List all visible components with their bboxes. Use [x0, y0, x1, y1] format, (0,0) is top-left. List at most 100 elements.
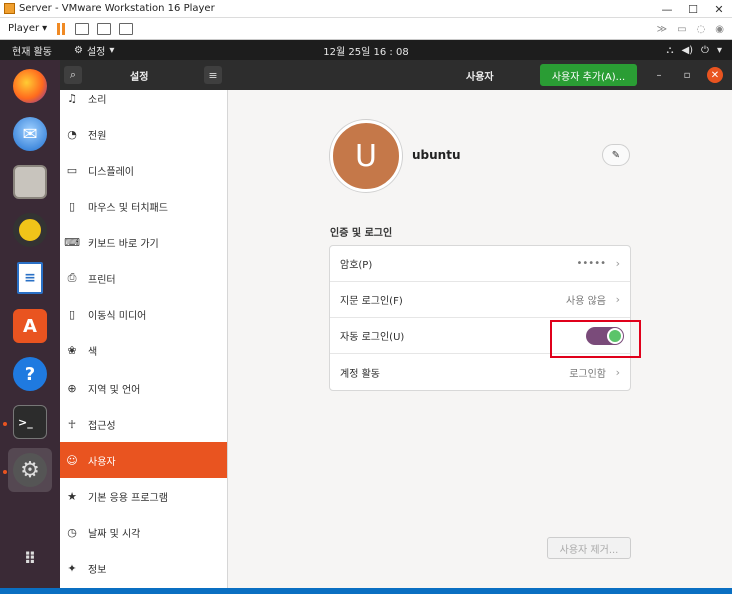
show-applications-button[interactable]: ⠿ [8, 536, 52, 580]
sidebar-item-about[interactable]: ✦ 정보 [60, 550, 227, 586]
remove-user-button[interactable]: 사용자 제거... [547, 537, 631, 559]
volume-icon: ◀) [681, 44, 694, 56]
thunderbird-icon: ✉ [13, 117, 47, 151]
username: ubuntu [412, 148, 461, 162]
disk-icon[interactable]: ◉ [715, 24, 724, 35]
network-icon: ⛬ [666, 44, 674, 56]
dock-thunderbird[interactable]: ✉ [8, 112, 52, 156]
dock-settings[interactable]: ⚙ [8, 448, 52, 492]
sidebar-item-label: 프린터 [88, 274, 116, 286]
minimize-icon: – [656, 69, 662, 81]
network-icon[interactable]: ◌ [697, 24, 706, 35]
sidebar-item-label: 기본 응용 프로그램 [88, 492, 168, 504]
row-label: 계정 활동 [340, 368, 380, 380]
running-indicator [3, 422, 7, 426]
chevron-down-icon: ▾ [109, 44, 115, 56]
add-user-button[interactable]: 사용자 추가(A)... [540, 64, 637, 86]
star-icon: ★ [67, 489, 77, 503]
app-grid-icon: ⠿ [23, 548, 37, 568]
dock-software[interactable]: A [8, 304, 52, 348]
edit-name-button[interactable]: ✎ [602, 144, 630, 166]
sidebar-item-mouse[interactable]: ▯ 마우스 및 터치패드 [60, 188, 227, 224]
window-minimize-button[interactable]: – [651, 67, 667, 83]
pencil-icon: ✎ [611, 149, 621, 161]
main-header: 사용자 사용자 추가(A)... – ▫ ✕ [228, 60, 732, 90]
account-activity-row[interactable]: 계정 활동 로그인함 › [330, 354, 630, 390]
host-taskbar-edge [0, 588, 732, 594]
users-panel: U ubuntu ✎ 인증 및 로그인 암호(P) ••••• › 지문 로그인… [228, 90, 732, 594]
music-note-icon: ♫ [67, 91, 77, 105]
chevron-down-icon: ▾ [716, 44, 722, 56]
sidebar-item-keyboard[interactable]: ⌨ 키보드 바로 가기 [60, 224, 227, 260]
terminal-icon: >_ [13, 405, 47, 439]
sidebar-item-date-time[interactable]: ◷ 날짜 및 시각 [60, 514, 227, 550]
sidebar-item-default-apps[interactable]: ★ 기본 응용 프로그램 [60, 478, 227, 514]
fit-guest-icon[interactable] [97, 22, 112, 35]
settings-icon: ⚙ [13, 453, 47, 487]
vmware-toolbar: Player ▾ ≫ ▭ ◌ ◉ [0, 18, 732, 40]
avatar[interactable]: U [330, 120, 402, 192]
minimize-button[interactable]: — [654, 0, 680, 18]
sidebar-item-label: 접근성 [88, 420, 116, 432]
dock-firefox[interactable] [8, 64, 52, 108]
sidebar-item-label: 마우스 및 터치패드 [88, 202, 168, 214]
sidebar-item-label: 날짜 및 시각 [88, 528, 141, 540]
password-row[interactable]: 암호(P) ••••• › [330, 246, 630, 282]
sidebar-item-accessibility[interactable]: ☥ 접근성 [60, 406, 227, 442]
rhythmbox-icon [13, 213, 47, 247]
dock-terminal[interactable]: >_ [8, 400, 52, 444]
help-icon: ? [13, 357, 47, 391]
firefox-icon [13, 69, 47, 103]
gear-icon: ⚙ [73, 44, 83, 56]
color-icon: ❀ [67, 343, 77, 357]
sidebar-item-power[interactable]: ◔ 전원 [60, 116, 227, 152]
window-title: Server - VMware Workstation 16 Player [19, 3, 215, 14]
power-icon: ◔ [67, 127, 77, 141]
sidebar-item-sound[interactable]: ♫ 소리 [60, 80, 227, 116]
dock-writer[interactable]: ≡ [8, 256, 52, 300]
dock-help[interactable]: ? [8, 352, 52, 396]
maximize-button[interactable]: ☐ [680, 0, 706, 18]
removable-media-icon: ▯ [68, 307, 76, 321]
close-window-button[interactable]: ✕ [706, 0, 732, 18]
settings-sidebar: ♫ 소리 ◔ 전원 ▭ 디스플레이 ▯ 마우스 및 터치패드 ⌨ 키보드 바로 가기 ⎙ 프… [60, 90, 228, 594]
activity-value: 로그인함 [569, 368, 606, 380]
sidebar-item-region[interactable]: ⊕ 지역 및 언어 [60, 370, 227, 406]
power-icon: ⏻ [701, 44, 709, 56]
pause-icon[interactable] [57, 22, 67, 35]
clock[interactable]: 12월 25일 16 : 08 [323, 47, 408, 58]
display-icon: ▭ [66, 163, 78, 177]
sidebar-item-printers[interactable]: ⎙ 프린터 [60, 260, 227, 296]
writer-icon: ≡ [17, 262, 43, 294]
avatar-initial: U [355, 138, 377, 174]
forward-icon[interactable]: ≫ [657, 24, 667, 35]
sidebar-item-label: 사용자 [88, 456, 116, 468]
fingerprint-row[interactable]: 지문 로그인(F) 사용 않음 › [330, 282, 630, 318]
dock-files[interactable] [8, 160, 52, 204]
system-tray[interactable]: ⛬ ◀) ⏻ ▾ [666, 45, 722, 56]
sidebar-item-removable-media[interactable]: ▯ 이동식 미디어 [60, 296, 227, 332]
row-label: 자동 로그인(U) [340, 332, 405, 343]
vmware-title-bar: Server - VMware Workstation 16 Player — … [0, 0, 732, 18]
window-maximize-button[interactable]: ▫ [679, 67, 695, 83]
window-close-button[interactable]: ✕ [707, 67, 723, 83]
chevron-right-icon: › [615, 365, 620, 379]
sidebar-item-display[interactable]: ▭ 디스플레이 [60, 152, 227, 188]
activities-button[interactable]: 현재 활동 [12, 43, 52, 58]
vmware-logo-icon [4, 3, 15, 14]
section-title: 인증 및 로그인 [330, 228, 393, 239]
player-menu[interactable]: Player ▾ [8, 23, 47, 34]
unity-icon[interactable] [119, 22, 134, 35]
dock-rhythmbox[interactable] [8, 208, 52, 252]
devices-icon[interactable]: ▭ [677, 24, 686, 35]
files-icon [13, 165, 47, 199]
close-icon: ✕ [710, 69, 720, 81]
sidebar-item-label: 전원 [88, 130, 107, 142]
sidebar-item-color[interactable]: ❀ 색 [60, 332, 227, 368]
sidebar-item-label: 디스플레이 [88, 166, 134, 178]
chevron-right-icon: › [615, 293, 620, 306]
app-menu[interactable]: ⚙ 설정 ▾ [74, 43, 114, 58]
mouse-icon: ▯ [68, 199, 76, 213]
send-ctrl-alt-del-icon[interactable] [75, 22, 90, 35]
sidebar-item-users[interactable]: ☺ 사용자 [60, 442, 227, 478]
